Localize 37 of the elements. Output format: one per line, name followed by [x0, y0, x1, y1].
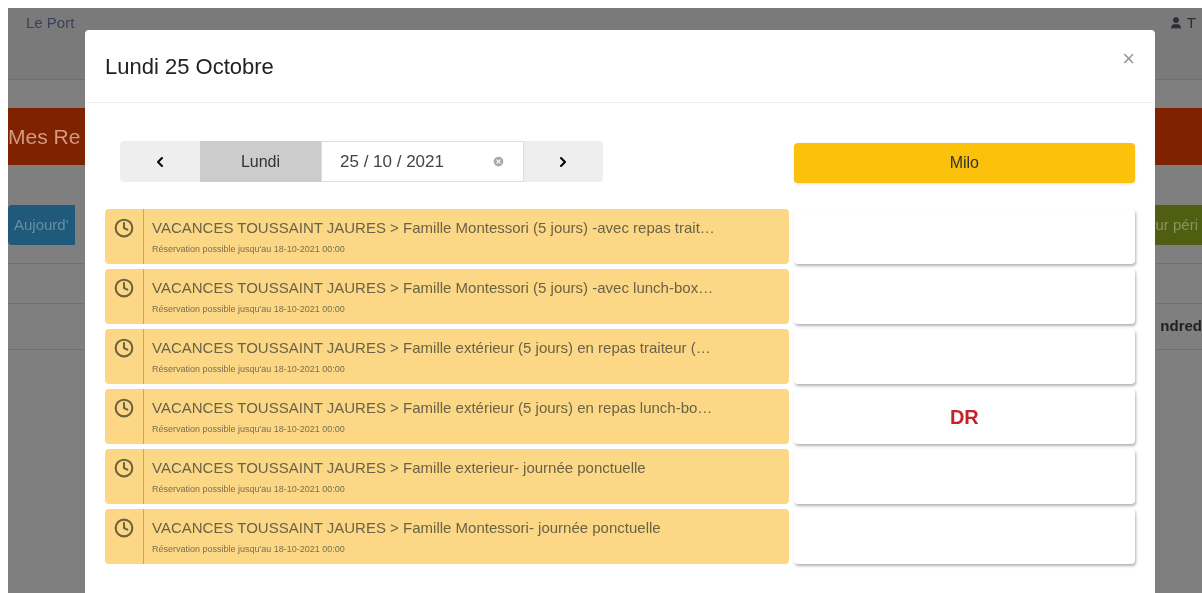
- reservation-cell[interactable]: [793, 269, 1135, 324]
- activity-deadline: Réservation possible jusqu'au 18-10-2021 00:00: [152, 542, 346, 556]
- activity-title: VACANCES TOUSSAINT JAURES > Famille exterieur- journée ponctuelle: [152, 458, 646, 478]
- activity-deadline: Réservation possible jusqu'au 18-10-2021 00:00: [152, 242, 346, 256]
- activity-deadline: Réservation possible jusqu'au 18-10-2021 00:00: [152, 422, 346, 436]
- clock-icon: [114, 398, 134, 418]
- clock-icon: [114, 218, 134, 238]
- clock-icon: [114, 458, 134, 478]
- clear-icon[interactable]: [492, 155, 505, 168]
- today-button[interactable]: Aujourd': [8, 205, 75, 245]
- brand-name[interactable]: Le Port: [14, 12, 75, 35]
- activity-title: VACANCES TOUSSAINT JAURES > Famille extérieur (5 jours) en repas traiteur (…: [152, 338, 711, 358]
- column-header: ndred: [1160, 316, 1202, 337]
- activity-deadline: Réservation possible jusqu'au 18-10-2021 00:00: [152, 302, 346, 316]
- modal-title: Lundi 25 Octobre: [105, 52, 274, 81]
- reservation-code: DR: [949, 404, 979, 430]
- activity-title: VACANCES TOUSSAINT JAURES > Famille Montessori (5 jours) -avec lunch-box…: [152, 278, 714, 298]
- user-menu[interactable]: T: [1186, 12, 1196, 35]
- clock-icon: [114, 338, 134, 358]
- clock-icon: [114, 278, 134, 298]
- activity-deadline: Réservation possible jusqu'au 18-10-2021 00:00: [152, 362, 346, 376]
- reservation-cell[interactable]: [793, 509, 1135, 564]
- child-header: Milo: [793, 143, 1135, 183]
- reservation-cell[interactable]: [793, 449, 1135, 504]
- reservation-cell[interactable]: DR: [793, 389, 1135, 444]
- clock-icon: [114, 518, 134, 538]
- page-title: Mes Re: [8, 123, 81, 150]
- reservation-cell[interactable]: [793, 209, 1135, 264]
- user-icon: [1168, 16, 1183, 31]
- close-button[interactable]: ×: [1122, 41, 1135, 75]
- reservation-cell[interactable]: [793, 329, 1135, 384]
- activity-title: VACANCES TOUSSAINT JAURES > Famille Montessori (5 jours) -avec repas trait…: [152, 218, 715, 238]
- day-label: Lundi: [200, 141, 321, 182]
- activity-title: VACANCES TOUSSAINT JAURES > Famille Montessori- journée ponctuelle: [152, 518, 661, 538]
- activity-deadline: Réservation possible jusqu'au 18-10-2021 00:00: [152, 482, 346, 496]
- activity-title: VACANCES TOUSSAINT JAURES > Famille extérieur (5 jours) en repas lunch-bo…: [152, 398, 713, 418]
- date-field[interactable]: 25 / 10 / 2021: [321, 141, 524, 182]
